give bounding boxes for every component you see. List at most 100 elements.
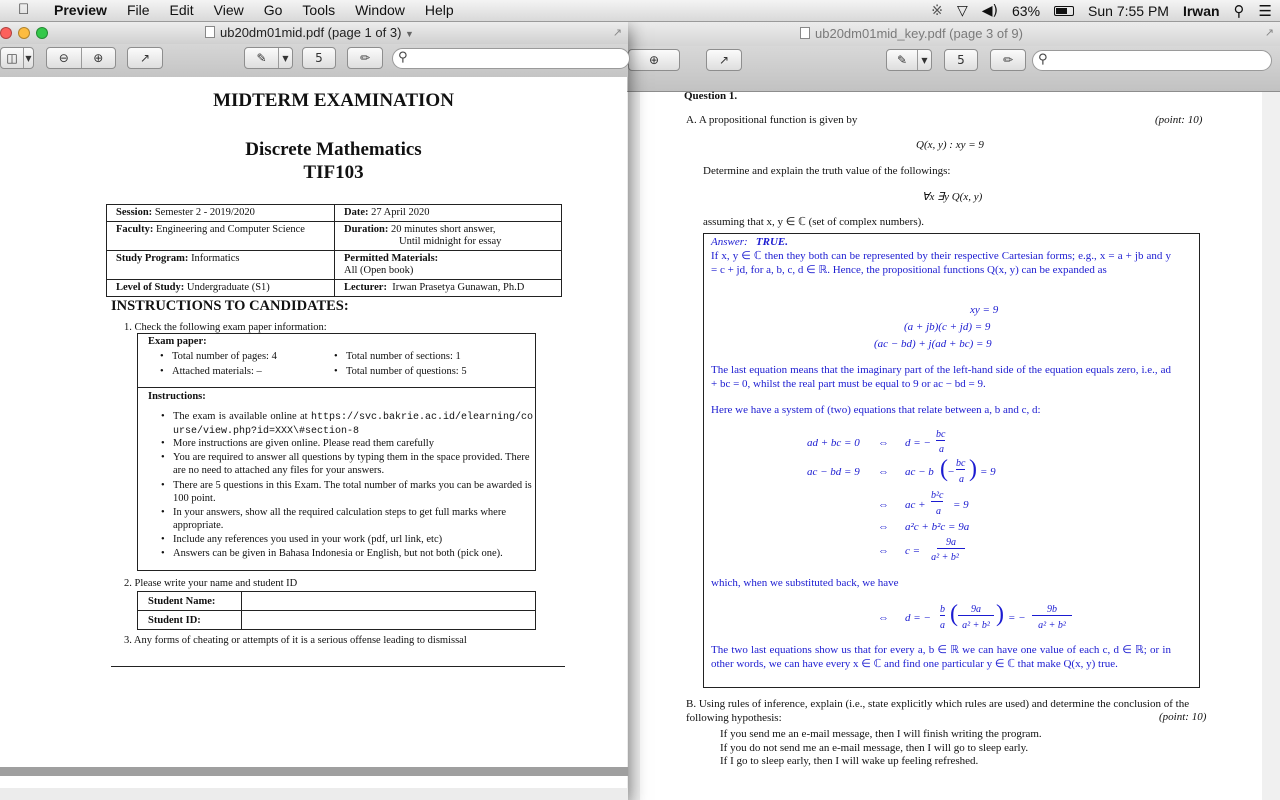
share-button[interactable]: ↗	[127, 47, 163, 69]
spotlight-search-icon[interactable]: ⚲	[1234, 2, 1245, 20]
search-field[interactable]: ⚲	[392, 48, 630, 69]
title-chevron-icon[interactable]: ▼	[405, 29, 414, 39]
iff-symbol-1: ⇔	[878, 437, 889, 449]
exam-paper-label: Exam paper:	[148, 336, 207, 347]
battery-percent[interactable]: 63%	[1012, 3, 1040, 19]
iff-symbol-6: ⇔	[878, 612, 889, 624]
right-markup-group: ✎ ▼	[886, 49, 932, 71]
wifi-icon[interactable]: ▽	[957, 3, 968, 19]
markup-group: ✎ ▼	[244, 47, 293, 69]
back-frac2-den: a² + b²	[962, 620, 990, 631]
pen-icon[interactable]: ✎	[245, 48, 278, 68]
iff-symbol-4: ⇔	[878, 521, 889, 533]
student-id-field[interactable]	[241, 610, 536, 630]
back-frac1-num: b	[940, 604, 945, 616]
zoom-in-icon[interactable]: ⊕	[629, 50, 679, 70]
bluetooth-icon[interactable]: ※	[931, 3, 943, 19]
part-a-points: (point: 10)	[1155, 114, 1203, 126]
menu-file[interactable]: File	[117, 2, 160, 18]
back-frac1-den: a	[940, 620, 945, 631]
answer-value: TRUE.	[755, 236, 789, 248]
pdf-document-icon	[800, 27, 810, 39]
menu-help[interactable]: Help	[415, 2, 464, 18]
close-window-icon[interactable]	[0, 27, 12, 39]
user-name[interactable]: Irwan	[1183, 3, 1220, 19]
instruction-bullet-6: Include any references you used in your …	[161, 533, 533, 546]
iff-symbol-3: ⇔	[878, 499, 889, 511]
left-window-titlebar[interactable]: ub20dm01mid.pdf (page 1 of 3) ▼ ↗	[0, 22, 628, 44]
fraction-c-den: a² + b²	[931, 552, 959, 563]
right-toolbar: ⊕ ↗ ✎ ▼ 5 ✏ ⚲	[628, 46, 1280, 92]
fraction-c-num: 9a	[937, 537, 965, 549]
view-menu-group: ◫ ▼	[0, 47, 34, 69]
rotate-button[interactable]: 5	[302, 47, 336, 69]
next-page-edge	[0, 776, 627, 788]
markup-chevron-icon[interactable]: ▼	[278, 48, 292, 68]
back-paren-close: )	[996, 601, 1004, 627]
right-window-titlebar[interactable]: ub20dm01mid_key.pdf (page 3 of 9) ↗	[628, 22, 1280, 46]
fullscreen-icon[interactable]: ↗	[613, 26, 622, 39]
system-right-5: c =	[905, 545, 921, 557]
right-window-title: ub20dm01mid_key.pdf (page 3 of 9)	[800, 26, 1023, 41]
view-chevron-icon[interactable]: ▼	[23, 48, 33, 68]
menu-window[interactable]: Window	[345, 2, 415, 18]
system-right-2: ac − b	[905, 466, 934, 478]
answer-paragraph-1: If x, y ∈ ℂ then they both can be repres…	[711, 250, 1171, 276]
zoom-group: ⊖ ⊕	[46, 47, 116, 69]
back-frac3-num: 9b	[1032, 604, 1072, 616]
system-right-3: ac +	[905, 499, 926, 511]
sidebar-view-icon[interactable]: ◫	[1, 48, 23, 68]
right-rotate-button[interactable]: 5	[944, 49, 978, 71]
menu-tools[interactable]: Tools	[292, 2, 345, 18]
page-rule	[111, 666, 565, 667]
fraction-b2c-den: a	[936, 506, 941, 517]
left-pdf-page: MIDTERM EXAMINATION Discrete Mathematics…	[0, 77, 627, 767]
student-id-table: Student Name: Student ID:	[137, 591, 536, 630]
instructions-label: Instructions:	[148, 391, 206, 402]
fraction-bc-den: a	[939, 444, 944, 455]
battery-icon[interactable]	[1054, 6, 1075, 16]
minimize-window-icon[interactable]	[18, 27, 30, 39]
assuming-text: assuming that x, y ∈ ℂ (set of complex n…	[703, 216, 925, 228]
course-code: TIF103	[303, 162, 364, 183]
right-search-field[interactable]: ⚲	[1032, 50, 1272, 71]
menu-view[interactable]: View	[204, 2, 254, 18]
attached-materials: Attached materials: –	[160, 366, 262, 377]
instruction-bullet-4: There are 5 questions in this Exam. The …	[161, 479, 533, 505]
answer-eq-3: (ac − bd) + j(ad + bc) = 9	[874, 338, 992, 350]
fraction-bc-den-2: a	[959, 474, 964, 485]
answer-paragraph-3: Here we have a system of (two) equations…	[711, 404, 1041, 416]
right-share-button[interactable]: ↗	[706, 49, 742, 71]
right-annotate-button[interactable]: ✏	[990, 49, 1026, 71]
back-frac3-den: a² + b²	[1038, 620, 1066, 631]
menu-go[interactable]: Go	[254, 2, 293, 18]
left-preview-window: ub20dm01mid.pdf (page 1 of 3) ▼ ↗ ◫ ▼ ⊖ …	[0, 22, 630, 800]
question-heading: Question 1.	[684, 90, 738, 102]
fullscreen-icon[interactable]: ↗	[1265, 26, 1274, 39]
dropdown-chevron-icon[interactable]: ▼	[917, 50, 931, 70]
instruction-bullet-3: You are required to answer all questions…	[161, 451, 533, 477]
instruction-item-3: 3. Any forms of cheating or attempts of …	[124, 635, 467, 646]
apple-menu-icon[interactable]: 	[18, 1, 29, 18]
menu-edit[interactable]: Edit	[160, 2, 204, 18]
answer-paragraph-4: which, when we substituted back, we have	[711, 577, 899, 589]
notification-center-icon[interactable]: ☰	[1259, 2, 1272, 20]
zoom-in-icon[interactable]: ⊕	[80, 48, 116, 68]
student-name-field[interactable]	[241, 591, 536, 611]
annotate-button[interactable]: ✏	[347, 47, 383, 69]
zoom-out-icon[interactable]: ⊖	[47, 48, 81, 68]
answer-label-line: Answer: TRUE.	[711, 236, 788, 248]
hypothesis-3: If I go to sleep early, then I will wake…	[720, 755, 979, 767]
answer-eq-1: xy = 9	[970, 304, 999, 316]
part-b-points: (point: 10)	[1155, 711, 1207, 723]
menu-app-name[interactable]: Preview	[40, 2, 117, 18]
pen-icon[interactable]: ✎	[887, 50, 917, 70]
fraction-bc-num: bc	[936, 429, 946, 441]
left-window-title: ub20dm01mid.pdf (page 1 of 3) ▼	[205, 25, 414, 40]
search-icon: ⚲	[398, 50, 408, 65]
system-right-3-tail: = 9	[953, 499, 969, 511]
zoom-window-icon[interactable]	[36, 27, 48, 39]
volume-icon[interactable]: ◀)	[982, 3, 998, 19]
clock[interactable]: Sun 7:55 PM	[1088, 3, 1169, 19]
hypothesis-1: If you send me an e-mail message, then I…	[720, 728, 1042, 740]
